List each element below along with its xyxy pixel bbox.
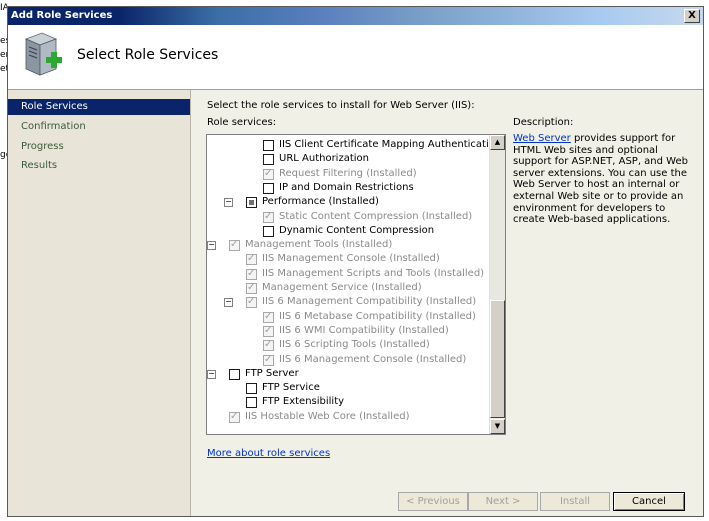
tree-row[interactable]: IIS Management Scripts and Tools (Instal… — [207, 267, 490, 281]
sidebar-item-progress[interactable]: Progress — [8, 139, 190, 155]
tree-row[interactable]: − Performance (Installed) — [207, 195, 490, 209]
next-button[interactable]: Next > — [468, 492, 538, 511]
role-checkbox — [246, 281, 257, 295]
server-add-icon — [24, 32, 62, 76]
role-label: IIS 6 Metabase Compatibility (Installed) — [279, 310, 476, 322]
description-label: Description: — [513, 117, 574, 128]
role-checkbox — [263, 210, 274, 224]
role-checkbox — [263, 324, 274, 338]
role-checkbox[interactable] — [246, 397, 257, 409]
role-checkbox — [229, 238, 240, 252]
role-checkbox[interactable] — [229, 368, 240, 380]
tree-row[interactable]: IIS Hostable Web Core (Installed) — [207, 410, 490, 424]
title-bar[interactable]: Add Role Services X — [8, 7, 703, 25]
role-checkbox — [246, 252, 257, 266]
role-label: IIS Management Scripts and Tools (Instal… — [262, 267, 485, 279]
tree-row[interactable]: URL Authorization — [207, 152, 490, 166]
tree-row[interactable]: Static Content Compression (Installed) — [207, 210, 490, 224]
role-label: Performance (Installed) — [262, 196, 379, 208]
tree-row[interactable]: Request Filtering (Installed) — [207, 167, 490, 181]
role-label: IIS 6 Management Compatibility (Installe… — [262, 296, 477, 308]
previous-button[interactable]: < Previous — [398, 492, 468, 511]
role-checkbox[interactable] — [246, 383, 257, 395]
role-label: Dynamic Content Compression — [279, 224, 435, 236]
tree-row[interactable]: FTP Service — [207, 381, 490, 395]
role-checkbox[interactable] — [263, 182, 274, 194]
more-about-role-services-link[interactable]: More about role services — [207, 448, 330, 459]
tree-row[interactable]: − FTP Server — [207, 367, 490, 381]
role-services-label: Role services: — [207, 117, 277, 128]
role-label: IIS Management Console (Installed) — [262, 253, 440, 265]
install-button[interactable]: Install — [540, 492, 610, 511]
wizard-content: Select the role services to install for … — [190, 90, 703, 516]
scroll-thumb[interactable] — [490, 300, 505, 418]
role-checkbox — [246, 295, 257, 309]
web-server-link[interactable]: Web Server — [513, 133, 571, 144]
tree-row[interactable]: IIS Client Certificate Mapping Authentic… — [207, 138, 501, 152]
window-title: Add Role Services — [11, 10, 113, 21]
tree-row[interactable]: Dynamic Content Compression — [207, 224, 490, 238]
sidebar-item-confirmation[interactable]: Confirmation — [8, 119, 190, 135]
role-label: FTP Extensibility — [262, 396, 345, 408]
tree-row[interactable]: IIS Management Console (Installed) — [207, 252, 490, 266]
role-checkbox — [263, 310, 274, 324]
scroll-track[interactable] — [490, 150, 505, 300]
role-checkbox — [263, 338, 274, 352]
tree-row[interactable]: IIS 6 Scripting Tools (Installed) — [207, 338, 490, 352]
role-label: IIS 6 WMI Compatibility (Installed) — [279, 324, 449, 336]
role-checkbox — [246, 267, 257, 281]
close-button[interactable]: X — [684, 9, 700, 23]
tree-scrollbar[interactable]: ▲ ▼ — [489, 135, 505, 434]
role-label: Management Tools (Installed) — [245, 239, 393, 251]
collapse-icon[interactable]: − — [224, 198, 233, 208]
instruction-text: Select the role services to install for … — [207, 100, 475, 111]
role-checkbox[interactable] — [263, 140, 274, 151]
role-label: FTP Service — [262, 382, 320, 394]
role-checkbox[interactable] — [263, 225, 274, 237]
description-text: Web Server provides support for HTML Web… — [513, 133, 691, 226]
collapse-icon[interactable]: − — [207, 241, 216, 251]
role-checkbox — [263, 167, 274, 181]
role-label: IIS 6 Scripting Tools (Installed) — [279, 339, 430, 351]
role-label: Static Content Compression (Installed) — [279, 210, 473, 222]
role-label: Request Filtering (Installed) — [279, 167, 417, 179]
role-checkbox — [263, 353, 274, 367]
wizard-header: Select Role Services — [8, 25, 703, 90]
tree-row[interactable]: Management Service (Installed) — [207, 281, 490, 295]
role-label: IIS 6 Management Console (Installed) — [279, 353, 467, 365]
role-label: IP and Domain Restrictions — [279, 181, 414, 193]
sidebar-item-results[interactable]: Results — [8, 158, 190, 174]
scroll-up-icon[interactable]: ▲ — [490, 135, 505, 150]
collapse-icon[interactable]: − — [224, 298, 233, 308]
sidebar-item-role-services[interactable]: Role Services — [8, 99, 190, 115]
tree-row[interactable]: IIS 6 Metabase Compatibility (Installed) — [207, 310, 490, 324]
role-checkbox — [229, 410, 240, 424]
page-title: Select Role Services — [77, 47, 219, 63]
tree-row[interactable]: IP and Domain Restrictions — [207, 181, 490, 195]
role-checkbox[interactable] — [263, 154, 274, 166]
cancel-button[interactable]: Cancel — [613, 492, 685, 511]
role-label: URL Authorization — [279, 153, 369, 165]
tree-row[interactable]: − IIS 6 Management Compatibility (Install… — [207, 295, 490, 309]
collapse-icon[interactable]: − — [207, 369, 216, 379]
description-body: provides support for HTML Web sites and … — [513, 133, 688, 226]
tree-row[interactable]: IIS 6 WMI Compatibility (Installed) — [207, 324, 490, 338]
role-checkbox[interactable] — [246, 197, 257, 209]
role-label: IIS Hostable Web Core (Installed) — [245, 410, 410, 422]
role-services-tree[interactable]: IIS Hostable Web Core (Installed) FTP Ext… — [206, 134, 506, 435]
tree-row[interactable]: − Management Tools (Installed) — [207, 238, 490, 252]
role-label: Management Service (Installed) — [262, 282, 422, 293]
role-label: IIS Client Certificate Mapping Authentic… — [279, 139, 502, 150]
scroll-down-icon[interactable]: ▼ — [490, 419, 505, 434]
tree-row[interactable]: IIS 6 Management Console (Installed) — [207, 353, 490, 367]
add-role-services-window: Add Role Services X Select Role Services… — [7, 6, 704, 517]
wizard-sidebar: Role Services Confirmation Progress Resu… — [8, 90, 190, 516]
role-label: FTP Server — [245, 367, 299, 379]
tree-row[interactable]: FTP Extensibility — [207, 395, 490, 409]
